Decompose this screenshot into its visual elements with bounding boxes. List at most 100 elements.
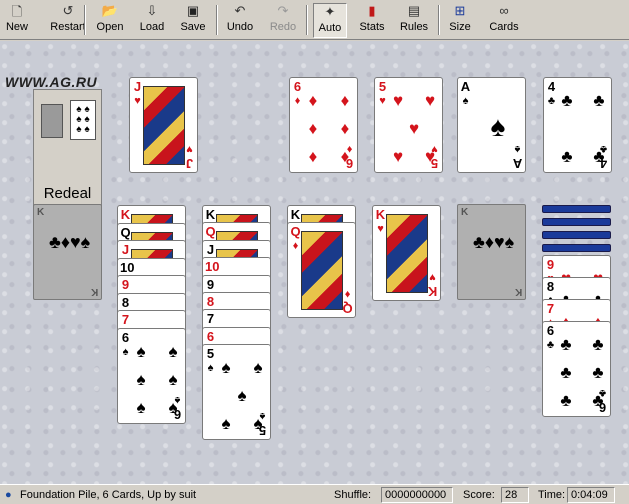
- card-pip: ♠: [221, 414, 231, 433]
- card-suit: ♠: [122, 346, 129, 358]
- empty-tableau-slot[interactable]: K K ♣♦♥♠: [33, 204, 102, 300]
- face-down-card: [542, 218, 611, 226]
- card-rank: 6: [546, 323, 555, 338]
- card-pip: ♦: [308, 91, 318, 110]
- card-pip: ♣: [593, 147, 605, 166]
- court-figure-q: [301, 231, 343, 310]
- foundation-pile-4[interactable]: 4 ♣ 4 ♣ ♣ ♣ ♣ ♣: [543, 77, 612, 173]
- card-rank: K: [427, 284, 438, 299]
- card-rank: 8: [546, 279, 555, 294]
- foundation-pile-3[interactable]: A ♠ A ♠ ♠: [457, 77, 526, 173]
- card-suit: ♠: [462, 95, 469, 107]
- card-suit: ♥: [186, 143, 193, 155]
- card-rank: 9: [121, 277, 130, 292]
- restart-icon: ↺: [62, 3, 74, 18]
- card-pip: ♠: [136, 398, 146, 417]
- foundation-pile-1[interactable]: 6 ♦ 6 ♦ ♦ ♦ ♦ ♦ ♦ ♦: [289, 77, 358, 173]
- toolbar-new-button[interactable]: 🗋 New: [4, 3, 30, 38]
- card-pip: ♣: [592, 363, 604, 382]
- card-rank: 6: [206, 329, 215, 344]
- toolbar-label: Size: [449, 21, 471, 33]
- slot-rank: K: [514, 286, 522, 297]
- stock-pile-redeal[interactable]: ♠ ♠ ♠ ♠ ♠ ♠ Redeal: [33, 89, 102, 213]
- card-pip: ♥: [424, 91, 436, 110]
- stock-card-icon: ♠ ♠ ♠ ♠ ♠ ♠: [70, 100, 96, 140]
- load-icon: ⇩: [146, 3, 158, 18]
- toolbar-restart-button[interactable]: ↺ Restart: [48, 3, 88, 38]
- toolbar-stats-button[interactable]: ▮ Stats: [357, 3, 387, 38]
- empty-tableau-slot[interactable]: K K ♣♦♥♠: [457, 204, 526, 300]
- toolbar-cards-button[interactable]: ∞ Cards: [488, 3, 520, 38]
- undo-icon: ↶: [234, 3, 246, 18]
- face-down-card: [542, 231, 611, 239]
- card-rank: 4: [547, 79, 556, 94]
- toolbar-undo-button[interactable]: ↶ Undo: [225, 3, 255, 38]
- redo-icon: ↷: [277, 3, 289, 18]
- card-rank: 5: [206, 346, 215, 361]
- card-suit: ♦: [344, 288, 351, 300]
- toolbar-separator: [84, 5, 86, 35]
- card-suit: ♣: [546, 339, 555, 351]
- waste-card[interactable]: J ♥ J ♥: [129, 77, 198, 173]
- toolbar-label: Undo: [226, 21, 254, 33]
- score-label: Score:: [463, 489, 495, 501]
- card-pip: ♣: [592, 335, 604, 354]
- new-icon: 🗋: [11, 4, 23, 19]
- tableau-6-card[interactable]: 6 ♣ 6 ♣ ♣ ♣ ♣ ♣ ♣ ♣: [542, 321, 611, 417]
- toolbar-redo-button[interactable]: ↷ Redo: [268, 3, 298, 38]
- tableau-3-card[interactable]: Q ♦ Q ♦: [287, 222, 356, 318]
- card-pip: ♦: [308, 119, 318, 138]
- tableau-2-card[interactable]: 5 ♠ 5 ♠ ♠ ♠ ♠ ♠ ♠: [202, 344, 271, 440]
- card-pip: ♣: [561, 91, 573, 110]
- card-rank: 8: [121, 295, 130, 310]
- card-pip: ♦: [340, 119, 350, 138]
- tableau-1-card[interactable]: 6 ♠ 6 ♠ ♠ ♠ ♠ ♠ ♠ ♠: [117, 328, 186, 424]
- card-rank: K: [290, 207, 301, 222]
- card-rank: K: [205, 207, 216, 222]
- toolbar-size-button[interactable]: ⊞ Size: [448, 3, 472, 38]
- card-pip: ♠: [168, 398, 178, 417]
- card-pip: ♠: [490, 111, 506, 142]
- shuffle-value: 0000000000: [381, 487, 453, 503]
- toolbar-label: Redo: [269, 21, 297, 33]
- card-rank: 8: [206, 294, 215, 309]
- card-suit: ♦: [294, 95, 301, 107]
- card-rank: Q: [290, 224, 301, 239]
- toolbar-label: Restart: [50, 21, 86, 33]
- stats-chart-icon: ▮: [368, 3, 376, 18]
- toolbar-save-button[interactable]: ▣ Save: [178, 3, 208, 38]
- time-label: Time:: [538, 489, 566, 501]
- card-pip: ♣: [560, 363, 572, 382]
- toolbar-label: Load: [139, 21, 165, 33]
- card-pip: ♣: [593, 91, 605, 110]
- toolbar-auto-button[interactable]: ✦ Auto: [313, 3, 347, 38]
- toolbar-rules-button[interactable]: ▤ Rules: [398, 3, 430, 38]
- toolbar-label: Stats: [359, 21, 385, 33]
- card-pip: ♣: [561, 147, 573, 166]
- open-folder-icon: 📂: [101, 3, 119, 18]
- card-suit: ♥: [377, 223, 384, 235]
- card-rank: 7: [121, 312, 130, 327]
- time-value: 0:04:09: [567, 487, 615, 503]
- score-value: 28: [501, 487, 529, 503]
- card-pip: ♦: [340, 147, 350, 166]
- card-rank: A: [512, 156, 523, 171]
- slot-suits-icon: ♣♦♥♠: [473, 232, 515, 252]
- card-pip: ♣: [592, 391, 604, 410]
- card-rank: 6: [293, 79, 302, 94]
- toolbar-open-button[interactable]: 📂 Open: [93, 3, 127, 38]
- cards-binoculars-icon: ∞: [499, 3, 509, 18]
- foundation-pile-2[interactable]: 5 ♥ 5 ♥ ♥ ♥ ♥ ♥ ♥: [374, 77, 443, 173]
- status-message: Foundation Pile, 6 Cards, Up by suit: [20, 489, 197, 501]
- slot-rank: K: [37, 207, 45, 218]
- toolbar-load-button[interactable]: ⇩ Load: [137, 3, 167, 38]
- card-suit: ♥: [134, 95, 141, 107]
- card-rank: J: [121, 242, 130, 257]
- card-pip: ♦: [308, 147, 318, 166]
- card-rank: J: [206, 242, 215, 257]
- site-logo-text: WWW.AG.RU: [5, 74, 98, 90]
- redeal-label: Redeal: [43, 185, 92, 202]
- tableau-4-card[interactable]: K ♥ K ♥: [372, 205, 441, 301]
- card-pip: ♣: [560, 391, 572, 410]
- card-pip: ♦: [340, 91, 350, 110]
